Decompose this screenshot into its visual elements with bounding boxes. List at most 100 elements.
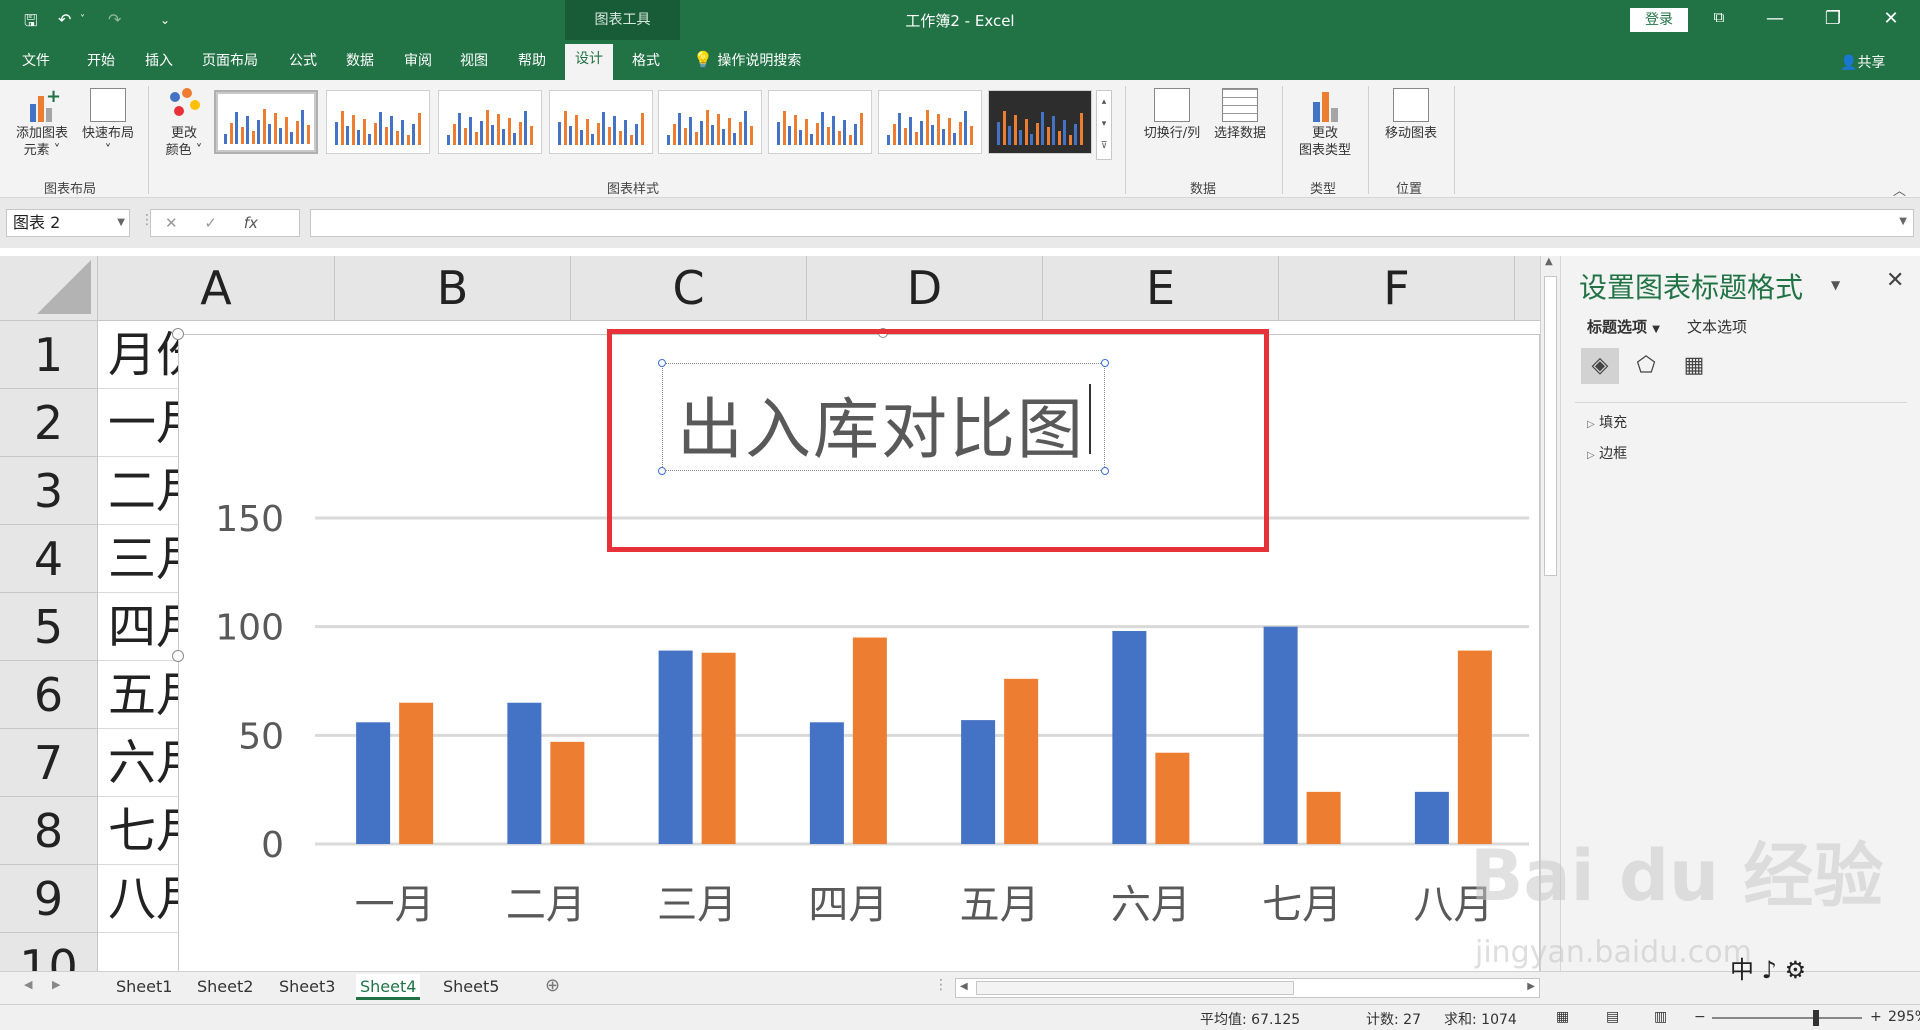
chart-style-1[interactable] — [214, 90, 318, 154]
pane-close-icon[interactable]: ✕ — [1886, 268, 1904, 293]
horizontal-scrollbar[interactable]: ◀ ▶ — [955, 978, 1540, 998]
column-header-d[interactable]: D — [807, 256, 1043, 321]
cell-a1[interactable]: 月份 — [98, 321, 182, 389]
add-sheet-icon[interactable]: ⊕ — [545, 975, 560, 996]
row-header-3[interactable]: 3 — [0, 457, 98, 525]
minimize-button[interactable]: — — [1760, 8, 1790, 29]
cancel-icon[interactable]: ✕ — [165, 214, 178, 232]
tab-data[interactable]: 数据 — [346, 50, 374, 70]
tab-home[interactable]: 开始 — [87, 50, 115, 70]
close-button[interactable]: ✕ — [1876, 8, 1906, 29]
tab-format[interactable]: 格式 — [632, 50, 660, 70]
splitter-icon[interactable]: ⋮ — [934, 977, 948, 993]
cell-a3[interactable]: 二月 — [98, 457, 182, 525]
size-properties-icon[interactable]: ▦ — [1675, 348, 1713, 384]
row-header-8[interactable]: 8 — [0, 797, 98, 865]
formula-input[interactable]: ▼ — [310, 209, 1914, 237]
tab-view[interactable]: 视图 — [460, 50, 488, 70]
change-chart-type-button[interactable]: 更改 图表类型 — [1290, 88, 1360, 159]
row-header-5[interactable]: 5 — [0, 593, 98, 661]
share-button[interactable]: 👤共享 — [1840, 52, 1885, 72]
chart-style-5[interactable] — [658, 90, 762, 154]
normal-view-icon[interactable]: ▦ — [1556, 1009, 1569, 1025]
ribbon-display-icon[interactable]: ⧉ — [1704, 8, 1734, 26]
zoom-out-icon[interactable]: − — [1694, 1009, 1706, 1025]
chart-resize-handle[interactable] — [172, 328, 184, 340]
column-header-f[interactable]: F — [1279, 256, 1515, 321]
row-header-10[interactable]: 10 — [0, 933, 98, 971]
fill-line-icon[interactable]: ◈ — [1581, 348, 1619, 384]
scroll-right-icon[interactable]: ▶ — [1527, 981, 1535, 992]
sheet-tab-3[interactable]: Sheet3 — [279, 974, 335, 1000]
scroll-left-icon[interactable]: ◀ — [960, 981, 968, 992]
enter-icon[interactable]: ✓ — [204, 214, 217, 232]
row-header-7[interactable]: 7 — [0, 729, 98, 797]
column-header-b[interactable]: B — [335, 256, 571, 321]
tell-me-search[interactable]: 💡 操作说明搜索 — [693, 50, 801, 70]
chart-style-2[interactable] — [326, 90, 430, 154]
column-header-c[interactable]: C — [571, 256, 807, 321]
pane-options-dropdown-icon[interactable]: ▼ — [1831, 278, 1840, 292]
cell-a4[interactable]: 三月 — [98, 525, 182, 593]
zoom-slider-knob[interactable] — [1813, 1010, 1819, 1026]
sheet-tab-5[interactable]: Sheet5 — [443, 974, 499, 1000]
collapse-ribbon-icon[interactable]: ︿ — [1893, 180, 1906, 199]
tab-insert[interactable]: 插入 — [145, 50, 173, 70]
zoom-in-icon[interactable]: + — [1870, 1009, 1882, 1025]
move-chart-button[interactable]: 移动图表 — [1376, 88, 1446, 142]
cell-a7[interactable]: 六月 — [98, 729, 182, 797]
cell-a5[interactable]: 四月 — [98, 593, 182, 661]
zoom-slider[interactable] — [1712, 1017, 1862, 1019]
next-sheet-icon[interactable]: ▶ — [52, 978, 60, 991]
chart-style-6[interactable] — [768, 90, 872, 154]
page-break-view-icon[interactable]: ▥ — [1654, 1009, 1667, 1025]
tab-title-options[interactable]: 标题选项 ▼ — [1587, 316, 1660, 337]
chart-style-7[interactable] — [878, 90, 982, 154]
chevron-down-icon[interactable]: ▼ — [117, 210, 125, 236]
cell-a8[interactable]: 七月 — [98, 797, 182, 865]
tab-help[interactable]: 帮助 — [518, 50, 546, 70]
page-layout-view-icon[interactable]: ▤ — [1606, 1009, 1619, 1025]
tab-file[interactable]: 文件 — [22, 50, 50, 70]
row-header-1[interactable]: 1 — [0, 321, 98, 389]
section-fill[interactable]: ▷ 填充 — [1587, 412, 1627, 432]
vertical-scroll-thumb[interactable] — [1544, 276, 1557, 576]
switch-row-column-button[interactable]: 切换行/列 — [1138, 88, 1206, 142]
cell-a6[interactable]: 五月 — [98, 661, 182, 729]
tab-text-options[interactable]: 文本选项 — [1687, 316, 1747, 337]
insert-function-icon[interactable]: fx — [244, 214, 258, 232]
scroll-up-icon[interactable]: ▲ — [1545, 256, 1553, 267]
tab-page-layout[interactable]: 页面布局 — [202, 50, 258, 70]
chart-style-4[interactable] — [549, 90, 653, 154]
horizontal-scroll-thumb[interactable] — [976, 981, 1294, 995]
zoom-level[interactable]: 295% — [1888, 1009, 1920, 1025]
chart-style-3[interactable] — [438, 90, 542, 154]
column-header-e[interactable]: E — [1043, 256, 1279, 321]
select-data-button[interactable]: 选择数据 — [1208, 88, 1272, 142]
sheet-tab-2[interactable]: Sheet2 — [197, 974, 253, 1000]
sheet-tab-4[interactable]: Sheet4 — [356, 974, 421, 1000]
column-header-g[interactable] — [1515, 256, 1540, 321]
tab-review[interactable]: 审阅 — [404, 50, 432, 70]
cell-a2[interactable]: 一月 — [98, 389, 182, 457]
quick-layout-button[interactable]: 快速布局 ˅ — [76, 88, 140, 159]
column-header-a[interactable]: A — [98, 256, 335, 321]
effects-icon[interactable]: ⬠ — [1627, 348, 1665, 384]
tab-design[interactable]: 设计 — [565, 44, 613, 80]
styles-gallery-scroll[interactable]: ▴ ▾ ⊽ — [1096, 90, 1112, 160]
login-button[interactable]: 登录 — [1630, 8, 1688, 32]
select-all-corner[interactable] — [0, 256, 98, 321]
sheet-tab-1[interactable]: Sheet1 — [116, 974, 172, 1000]
name-box[interactable]: 图表 2 ▼ — [6, 209, 130, 237]
restore-button[interactable]: ❐ — [1818, 8, 1848, 29]
row-header-9[interactable]: 9 — [0, 865, 98, 933]
row-header-6[interactable]: 6 — [0, 661, 98, 729]
expand-formula-icon[interactable]: ▼ — [1899, 216, 1907, 227]
chart-resize-handle[interactable] — [172, 650, 184, 662]
chart-style-8[interactable] — [988, 90, 1092, 154]
prev-sheet-icon[interactable]: ◀ — [24, 978, 32, 991]
add-chart-element-button[interactable]: + 添加图表 元素 ˅ — [10, 88, 74, 159]
change-colors-button[interactable]: 更改 颜色 ˅ — [154, 88, 214, 159]
section-border[interactable]: ▷ 边框 — [1587, 443, 1627, 463]
row-header-2[interactable]: 2 — [0, 389, 98, 457]
